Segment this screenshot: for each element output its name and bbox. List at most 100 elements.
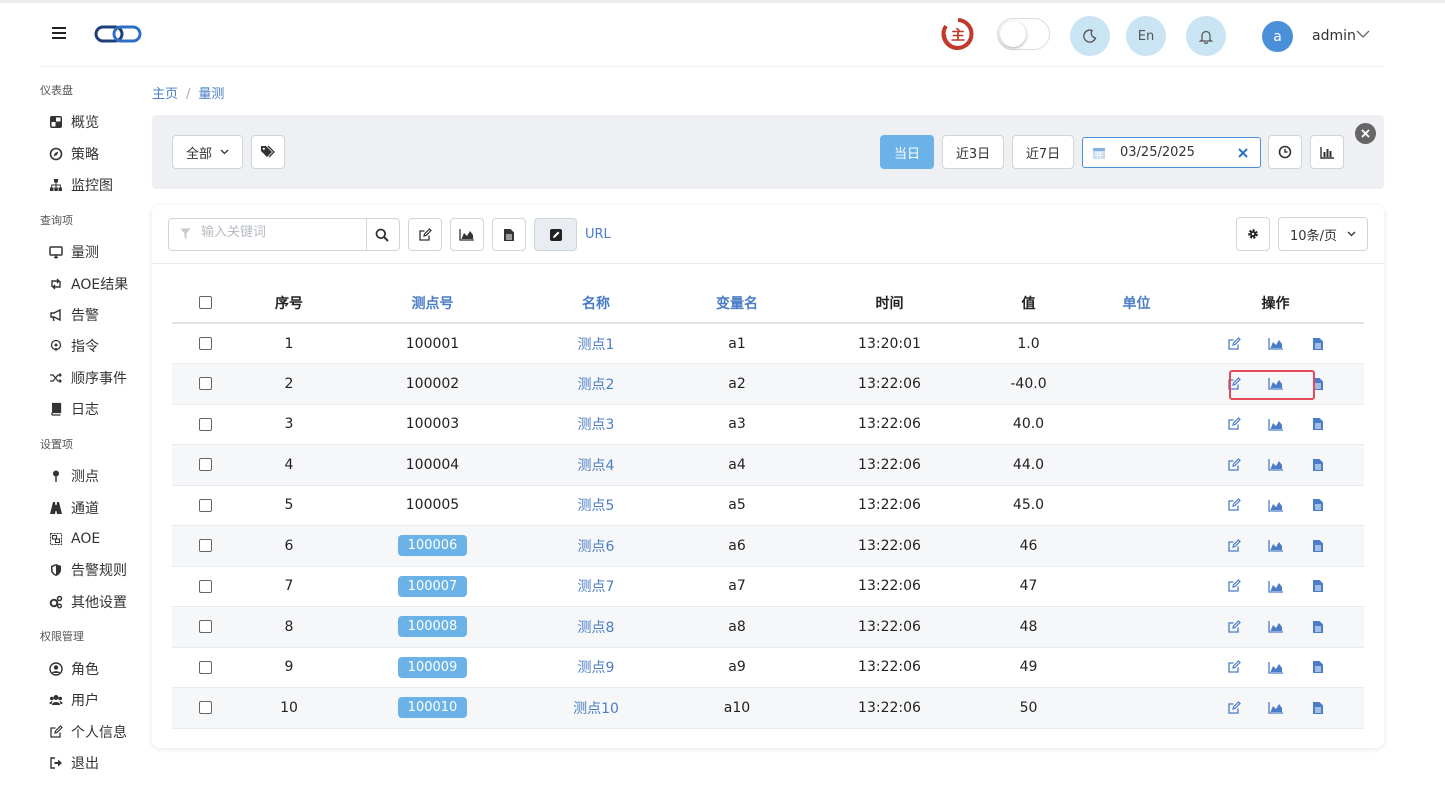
sidebar-item-profile[interactable]: 个人信息 xyxy=(48,721,127,743)
last-7-days-button[interactable]: 近7日 xyxy=(1012,135,1074,169)
row-checkbox[interactable] xyxy=(199,539,212,553)
row-document-button[interactable] xyxy=(1309,618,1327,636)
sidebar-item-measurement[interactable]: 量测 xyxy=(48,241,99,263)
row-chart-button[interactable] xyxy=(1267,537,1285,555)
point-id-badge[interactable]: 100008 xyxy=(397,616,468,638)
clear-icon[interactable] xyxy=(1238,148,1248,158)
logo[interactable] xyxy=(94,23,142,49)
column-header-name[interactable]: 名称 xyxy=(526,283,666,324)
statistics-button[interactable] xyxy=(1310,135,1344,169)
settings-button[interactable] xyxy=(1236,217,1270,251)
row-edit-button[interactable] xyxy=(1225,537,1243,555)
row-chart-button[interactable] xyxy=(1267,658,1285,676)
sidebar-item-alarm-rules[interactable]: 告警规则 xyxy=(48,559,127,581)
row-edit-button[interactable] xyxy=(1225,456,1243,474)
point-name-link[interactable]: 测点9 xyxy=(578,660,615,676)
column-header-variable[interactable]: 变量名 xyxy=(666,283,808,324)
point-name-link[interactable]: 测点2 xyxy=(578,377,615,393)
sidebar-item-aoe[interactable]: AOE xyxy=(48,528,100,550)
sidebar-item-users[interactable]: 用户 xyxy=(48,689,99,711)
point-id-badge[interactable]: 100009 xyxy=(397,656,468,678)
theme-toggle-switch[interactable] xyxy=(997,18,1050,50)
page-size-dropdown[interactable]: 10条/页 xyxy=(1278,217,1368,251)
tags-button[interactable] xyxy=(251,135,285,169)
row-document-button[interactable] xyxy=(1309,375,1327,393)
point-name-link[interactable]: 测点7 xyxy=(578,579,615,595)
sidebar-item-monitor-graph[interactable]: 监控图 xyxy=(48,174,113,196)
sidebar-item-logout[interactable]: 退出 xyxy=(48,752,99,774)
row-checkbox[interactable] xyxy=(199,701,212,715)
point-name-link[interactable]: 测点4 xyxy=(578,458,615,474)
row-document-button[interactable] xyxy=(1309,699,1327,717)
point-name-link[interactable]: 测点5 xyxy=(578,498,615,514)
editor-toggle-button[interactable] xyxy=(534,218,577,251)
last-3-days-button[interactable]: 近3日 xyxy=(942,135,1004,169)
row-edit-button[interactable] xyxy=(1225,658,1243,676)
row-document-button[interactable] xyxy=(1309,537,1327,555)
search-icon[interactable] xyxy=(375,228,389,242)
time-button[interactable] xyxy=(1268,135,1302,169)
row-document-button[interactable] xyxy=(1309,496,1327,514)
row-edit-button[interactable] xyxy=(1225,618,1243,636)
row-chart-button[interactable] xyxy=(1267,618,1285,636)
scope-dropdown[interactable]: 全部 xyxy=(172,135,243,169)
row-chart-button[interactable] xyxy=(1267,335,1285,353)
sidebar-item-strategy[interactable]: 策略 xyxy=(48,143,99,165)
point-name-link[interactable]: 测点1 xyxy=(578,337,615,353)
search-input[interactable] xyxy=(201,225,361,240)
row-chart-button[interactable] xyxy=(1267,699,1285,717)
row-checkbox[interactable] xyxy=(199,458,212,472)
row-checkbox[interactable] xyxy=(199,337,212,350)
avatar[interactable]: a xyxy=(1262,21,1293,52)
sidebar-item-alarms[interactable]: 告警 xyxy=(48,304,99,326)
row-document-button[interactable] xyxy=(1309,415,1327,433)
row-chart-button[interactable] xyxy=(1267,456,1285,474)
row-edit-button[interactable] xyxy=(1225,577,1243,595)
sidebar-item-sequence-events[interactable]: 顺序事件 xyxy=(48,367,127,389)
hamburger-icon[interactable] xyxy=(52,27,68,41)
close-filter-button[interactable] xyxy=(1355,123,1376,144)
point-id-badge[interactable]: 100007 xyxy=(397,575,468,597)
row-chart-button[interactable] xyxy=(1267,415,1285,433)
row-checkbox[interactable] xyxy=(199,620,212,634)
row-document-button[interactable] xyxy=(1309,335,1327,353)
row-edit-button[interactable] xyxy=(1225,415,1243,433)
point-name-link[interactable]: 测点8 xyxy=(578,620,615,636)
point-name-link[interactable]: 测点3 xyxy=(578,417,615,433)
row-chart-button[interactable] xyxy=(1267,577,1285,595)
row-checkbox[interactable] xyxy=(199,579,212,593)
area-chart-button[interactable] xyxy=(450,218,484,251)
document-button[interactable] xyxy=(492,218,526,251)
sidebar-item-other-settings[interactable]: 其他设置 xyxy=(48,591,127,613)
breadcrumb-home[interactable]: 主页 xyxy=(152,87,178,102)
row-checkbox[interactable] xyxy=(199,417,212,431)
point-name-link[interactable]: 测点6 xyxy=(578,539,615,555)
user-name[interactable]: admin xyxy=(1312,28,1356,44)
row-document-button[interactable] xyxy=(1309,577,1327,595)
sidebar-item-points[interactable]: 测点 xyxy=(48,465,99,487)
sidebar-item-commands[interactable]: 指令 xyxy=(48,335,99,357)
column-header-point-id[interactable]: 测点号 xyxy=(339,283,526,324)
row-edit-button[interactable] xyxy=(1225,496,1243,514)
select-all-checkbox[interactable] xyxy=(199,296,212,309)
sidebar-item-channels[interactable]: 通道 xyxy=(48,497,99,519)
url-link[interactable]: URL xyxy=(585,227,611,242)
brand-emblem[interactable]: 主 xyxy=(940,16,976,56)
language-button[interactable]: En xyxy=(1126,16,1166,56)
date-field[interactable]: 03/25/2025 xyxy=(1082,137,1261,168)
row-edit-button[interactable] xyxy=(1225,375,1243,393)
row-document-button[interactable] xyxy=(1309,456,1327,474)
notification-button[interactable] xyxy=(1186,16,1226,56)
row-checkbox[interactable] xyxy=(199,377,212,391)
row-chart-button[interactable] xyxy=(1267,496,1285,514)
point-name-link[interactable]: 测点10 xyxy=(573,701,619,717)
today-button[interactable]: 当日 xyxy=(880,135,934,169)
sidebar-item-logs[interactable]: 日志 xyxy=(48,398,99,420)
sidebar-item-roles[interactable]: 角色 xyxy=(48,658,99,680)
chevron-down-icon[interactable] xyxy=(1356,29,1370,39)
row-checkbox[interactable] xyxy=(199,660,212,674)
row-document-button[interactable] xyxy=(1309,658,1327,676)
row-checkbox[interactable] xyxy=(199,498,212,512)
sidebar-item-aoe-results[interactable]: AOE结果 xyxy=(48,273,128,295)
edit-button[interactable] xyxy=(408,218,442,251)
